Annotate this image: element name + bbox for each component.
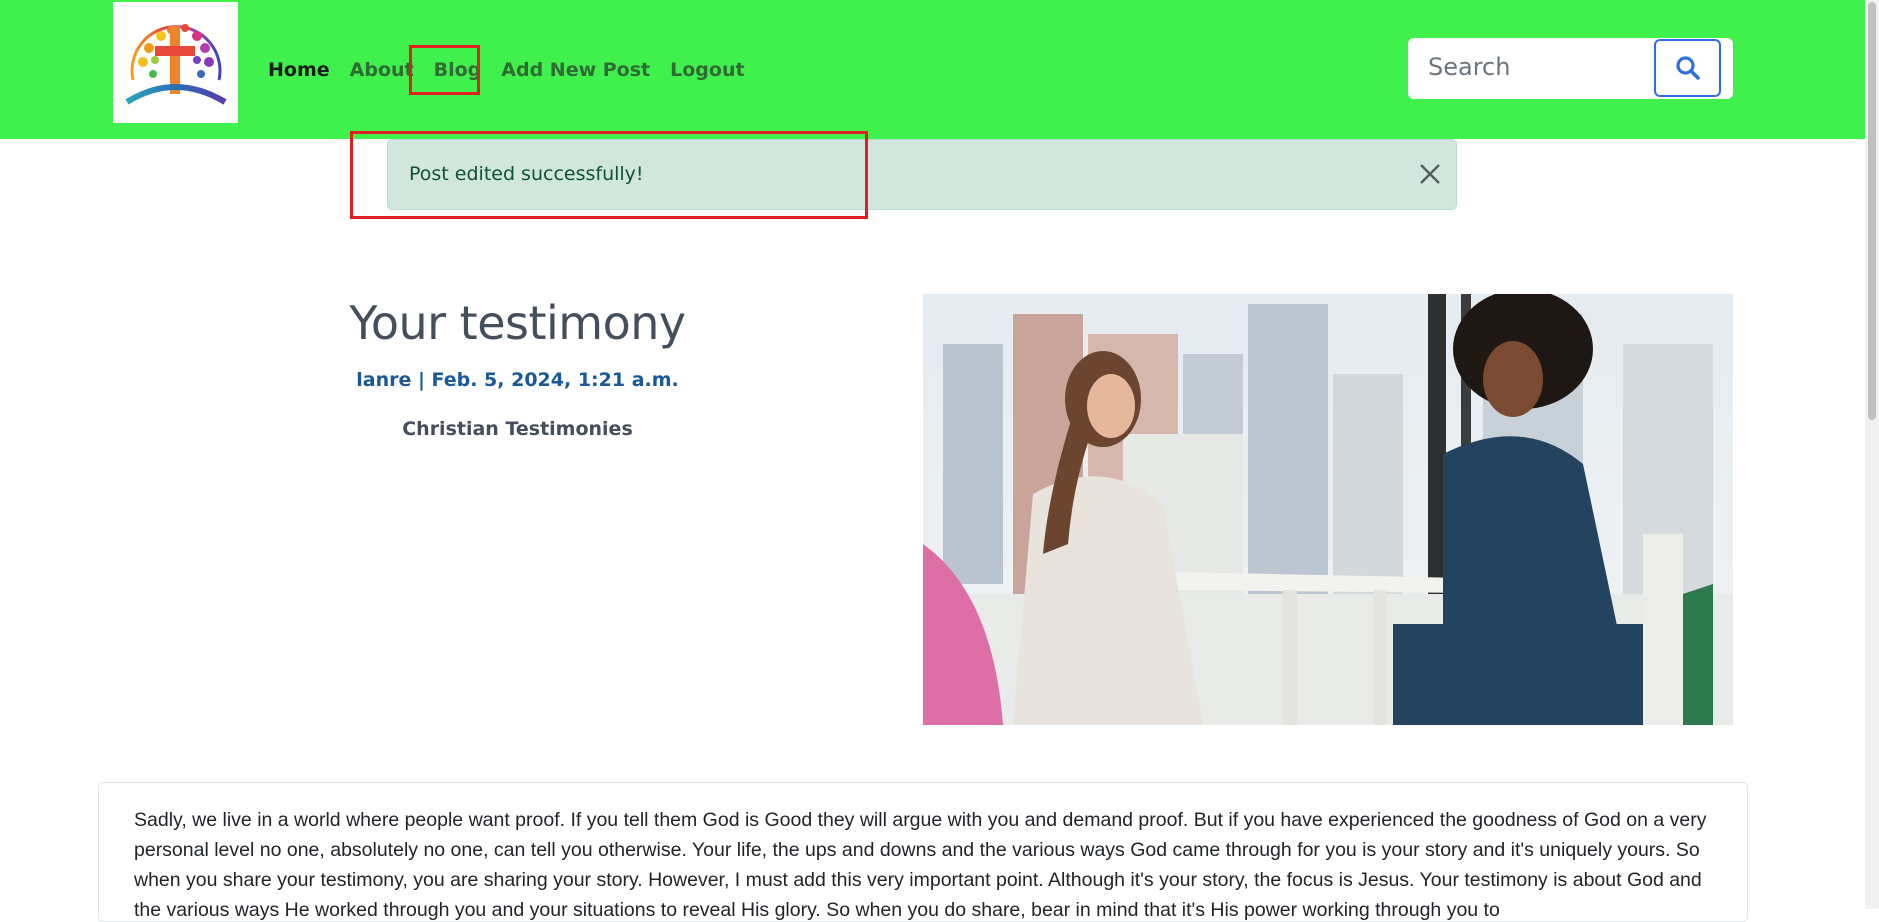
nav-link-add-new-post[interactable]: Add New Post [491, 52, 660, 88]
search-button[interactable] [1654, 39, 1721, 97]
nav-link-logout[interactable]: Logout [660, 52, 754, 88]
post-meta: lanre | Feb. 5, 2024, 1:21 a.m. [356, 369, 679, 391]
nav-link-blog[interactable]: Blog [424, 52, 492, 88]
alert-close-button[interactable] [1416, 160, 1444, 188]
post-image [923, 294, 1733, 725]
search-icon [1675, 56, 1700, 80]
tree-cross-logo-icon [125, 24, 227, 105]
post-category: Christian Testimonies [402, 418, 633, 440]
post-title: Your testimony [349, 296, 686, 350]
close-icon [1420, 164, 1440, 184]
search-form [1408, 38, 1733, 99]
success-alert: Post edited successfully! [387, 139, 1457, 210]
navbar: Home About Blog Add New Post Logout [0, 0, 1879, 139]
post-content-card: Sadly, we live in a world where people w… [98, 782, 1748, 922]
scrollbar-thumb[interactable] [1868, 2, 1876, 420]
site-logo[interactable] [113, 2, 238, 123]
search-input[interactable] [1410, 40, 1650, 94]
post-body: Sadly, we live in a world where people w… [134, 809, 1707, 921]
main-nav: Home About Blog Add New Post Logout [258, 52, 755, 88]
nav-link-home[interactable]: Home [258, 52, 340, 88]
alert-message: Post edited successfully! [409, 163, 644, 185]
nav-link-about[interactable]: About [340, 52, 424, 88]
two-women-talking-image [923, 294, 1733, 725]
